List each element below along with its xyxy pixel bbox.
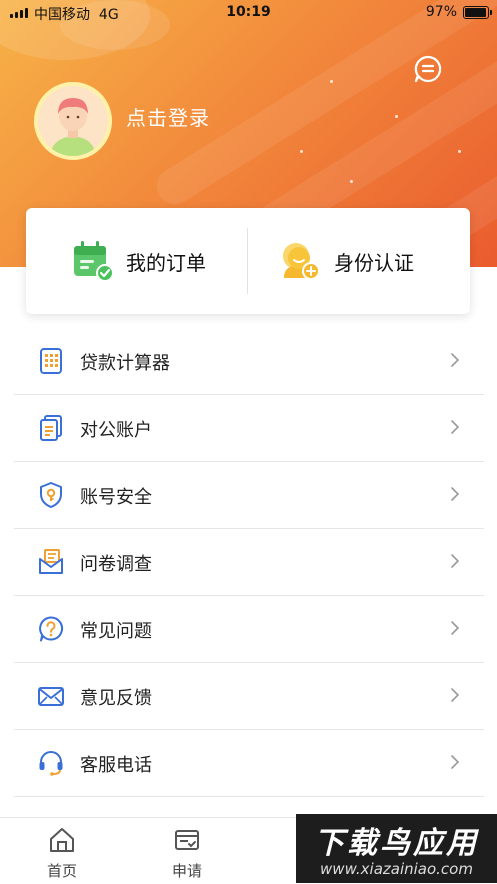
headset-icon xyxy=(39,751,63,776)
my-orders-button[interactable]: 我的订单 xyxy=(70,208,206,314)
chevron-right-icon xyxy=(451,755,460,769)
menu-item-label: 意见反馈 xyxy=(80,688,152,709)
chat-bubble-icon[interactable] xyxy=(414,55,442,83)
menu-item-loan-calculator[interactable]: 贷款计算器 xyxy=(14,328,484,395)
apply-card-icon xyxy=(175,830,199,850)
my-orders-label: 我的订单 xyxy=(126,250,206,275)
menu-item-label: 贷款计算器 xyxy=(80,353,170,374)
battery-percent: 97% xyxy=(425,4,457,20)
calculator-icon xyxy=(40,348,62,374)
menu-item-label: 账号安全 xyxy=(80,487,152,508)
tab-home[interactable]: 首页 xyxy=(12,818,112,884)
card-divider xyxy=(247,228,248,294)
header-star-decoration xyxy=(300,150,303,153)
identity-verify-button[interactable]: 身份认证 xyxy=(278,208,414,314)
menu-item-survey[interactable]: 问卷调查 xyxy=(14,529,484,596)
header-star-decoration xyxy=(458,150,461,153)
identity-verify-icon xyxy=(283,243,320,280)
question-bubble-icon xyxy=(39,616,64,642)
shield-key-icon xyxy=(40,482,62,508)
watermark-url: www.xiazainiao.com xyxy=(320,860,473,878)
tab-label: 首页 xyxy=(46,862,77,880)
avatar[interactable] xyxy=(34,82,112,160)
menu-item-feedback[interactable]: 意见反馈 xyxy=(14,663,484,730)
menu-item-label: 对公账户 xyxy=(80,420,152,441)
chevron-right-icon xyxy=(451,621,460,635)
documents-icon xyxy=(40,415,62,441)
menu-item-corporate-account[interactable]: 对公账户 xyxy=(14,395,484,462)
watermark-title: 下载鸟应用 xyxy=(314,826,479,861)
menu-item-customer-service[interactable]: 客服电话 xyxy=(14,730,484,797)
watermark-logo: 下载鸟应用 www.xiazainiao.com xyxy=(296,814,497,883)
login-link[interactable]: 点击登录 xyxy=(126,102,210,131)
avatar-person-icon xyxy=(38,86,108,156)
battery-icon xyxy=(463,6,492,19)
chevron-right-icon xyxy=(451,688,460,702)
identity-verify-label: 身份认证 xyxy=(334,250,414,275)
chevron-right-icon xyxy=(451,420,460,434)
clock: 10:19 xyxy=(226,4,271,20)
header-star-decoration xyxy=(395,115,398,118)
chevron-right-icon xyxy=(451,353,460,367)
quick-actions-card: 我的订单 身份认证 xyxy=(26,208,470,314)
order-calendar-icon xyxy=(74,241,114,282)
header-star-decoration xyxy=(330,80,333,83)
menu-item-label: 问卷调查 xyxy=(80,554,152,575)
survey-envelope-icon xyxy=(39,549,63,574)
menu-item-label: 客服电话 xyxy=(80,755,152,776)
home-icon xyxy=(50,828,74,852)
header-star-decoration xyxy=(350,180,353,183)
tab-apply[interactable]: 申请 xyxy=(137,818,237,884)
tab-label: 申请 xyxy=(171,862,202,880)
menu-item-account-security[interactable]: 账号安全 xyxy=(14,462,484,529)
chevron-right-icon xyxy=(451,487,460,501)
status-bar: 中国移动 4G 10:19 97% xyxy=(0,0,497,26)
chevron-right-icon xyxy=(451,554,460,568)
menu-item-label: 常见问题 xyxy=(80,621,152,642)
menu-item-faq[interactable]: 常见问题 xyxy=(14,596,484,663)
mail-icon xyxy=(38,687,64,706)
settings-menu-list: 贷款计算器 对公账户 账号安全 问卷调查 常见问题 意见反馈 客服电话 xyxy=(14,328,484,864)
